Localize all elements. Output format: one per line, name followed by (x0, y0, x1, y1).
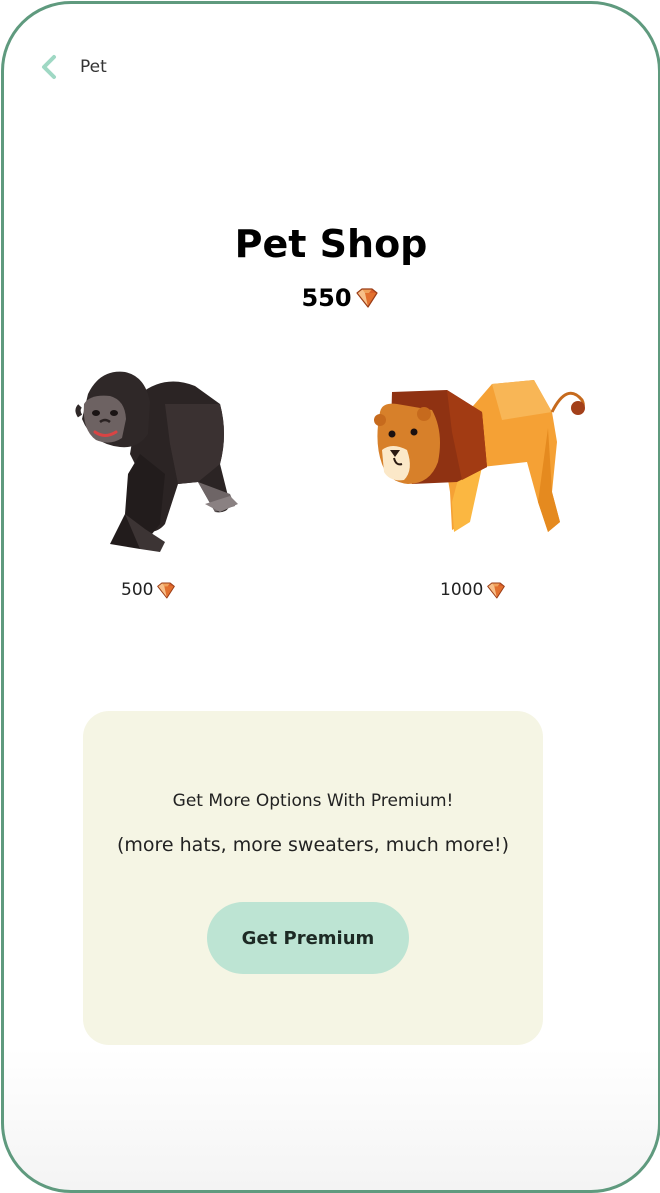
coin-balance: 550 (4, 284, 658, 312)
get-premium-button[interactable]: Get Premium (207, 902, 409, 974)
chevron-left-icon[interactable] (38, 54, 60, 80)
premium-subtext: (more hats, more sweaters, much more!) (116, 834, 510, 856)
price-value: 500 (121, 580, 154, 600)
pet-card-gorilla[interactable] (70, 364, 240, 554)
pet-card-lion[interactable] (352, 372, 592, 552)
top-bar: Pet (34, 50, 107, 84)
pet-price-gorilla: 500 (121, 580, 176, 600)
price-value: 1000 (440, 580, 484, 600)
gem-icon (355, 288, 379, 308)
back-button[interactable] (34, 50, 64, 84)
phone-frame: Pet Pet Shop 550 500 1000 Get More Optio… (1, 1, 660, 1193)
gem-icon (486, 582, 506, 599)
pet-price-lion: 1000 (440, 580, 506, 600)
page-title: Pet (80, 57, 107, 77)
shop-title: Pet Shop (234, 222, 428, 266)
gem-icon (156, 582, 176, 599)
premium-panel: Get More Options With Premium! (more hat… (83, 711, 543, 1045)
gorilla-image (75, 371, 238, 552)
lion-image (374, 380, 585, 532)
balance-value: 550 (301, 284, 352, 312)
premium-heading: Get More Options With Premium! (172, 791, 454, 811)
